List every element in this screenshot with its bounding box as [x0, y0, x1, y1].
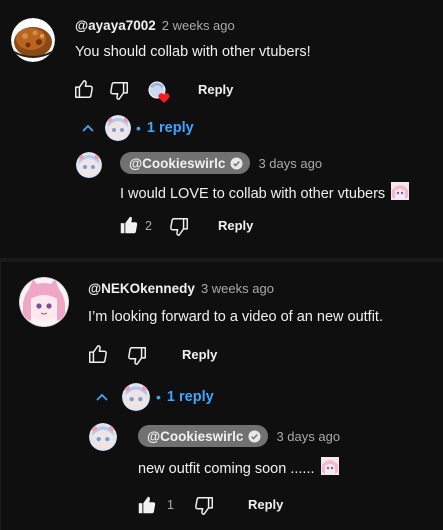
reply-button[interactable]: Reply — [198, 82, 233, 97]
reply-button[interactable]: Reply — [218, 218, 253, 233]
thumbs-up-icon[interactable] — [136, 494, 158, 516]
like-count: 1 — [167, 498, 174, 512]
thumbs-down-icon[interactable] — [126, 345, 148, 367]
thumbs-up-icon[interactable] — [118, 214, 140, 236]
reply-author-avatar[interactable] — [76, 152, 102, 178]
comment-thread-1: @ayaya7002 2 weeks ago You should collab… — [0, 0, 443, 258]
reply-timestamp[interactable]: 3 days ago — [258, 156, 322, 171]
replies-count-link[interactable]: 1 reply — [167, 389, 214, 405]
reply-button[interactable]: Reply — [248, 497, 283, 512]
thumbs-up-icon[interactable] — [73, 78, 95, 100]
comment-author[interactable]: @ayaya7002 — [75, 18, 156, 33]
replies-toggle[interactable]: • 1 reply — [80, 115, 194, 141]
like-count: 2 — [145, 219, 152, 233]
reply-author-avatar[interactable] — [89, 423, 117, 451]
chevron-up-icon[interactable] — [80, 120, 96, 136]
commenter-avatar[interactable] — [19, 277, 69, 327]
vtuber-emote-icon — [320, 457, 339, 480]
comment-timestamp[interactable]: 2 weeks ago — [162, 18, 235, 33]
comment-timestamp[interactable]: 3 weeks ago — [201, 281, 274, 296]
reply-text: I would LOVE to collab with other vtuber… — [120, 185, 386, 202]
commenter-avatar[interactable] — [11, 18, 55, 62]
thumbs-down-icon[interactable] — [168, 216, 190, 238]
checkmark-badge-icon — [230, 156, 243, 170]
creator-name-chip[interactable]: @Cookieswirlc — [138, 425, 269, 447]
comment-author[interactable]: @NEKOkennedy — [88, 281, 195, 296]
creator-avatar-small — [105, 115, 131, 141]
reply-text: new outfit coming soon ...... — [138, 460, 315, 477]
thumbs-up-icon[interactable] — [87, 343, 109, 365]
reply-timestamp[interactable]: 3 days ago — [276, 429, 340, 444]
replies-toggle[interactable]: • 1 reply — [94, 383, 214, 411]
reply-button[interactable]: Reply — [182, 347, 217, 362]
creator-name-chip[interactable]: @Cookieswirlc — [120, 152, 251, 174]
chevron-up-icon[interactable] — [94, 389, 110, 405]
creator-heart-icon — [147, 80, 173, 104]
reply-author: @Cookieswirlc — [129, 155, 226, 171]
thumbs-down-icon[interactable] — [193, 495, 215, 517]
vtuber-emote-icon — [391, 182, 410, 205]
comment-text: You should collab with other vtubers! — [75, 44, 311, 60]
reply-author: @Cookieswirlc — [147, 428, 244, 444]
comment-thread-2: @NEKOkennedy 3 weeks ago I’m looking for… — [0, 262, 443, 530]
thumbs-down-icon[interactable] — [108, 80, 130, 102]
creator-avatar-small — [122, 383, 150, 411]
comment-text: I’m looking forward to a video of an new… — [88, 309, 383, 325]
checkmark-badge-icon — [248, 429, 261, 443]
replies-count-link[interactable]: 1 reply — [147, 120, 194, 136]
